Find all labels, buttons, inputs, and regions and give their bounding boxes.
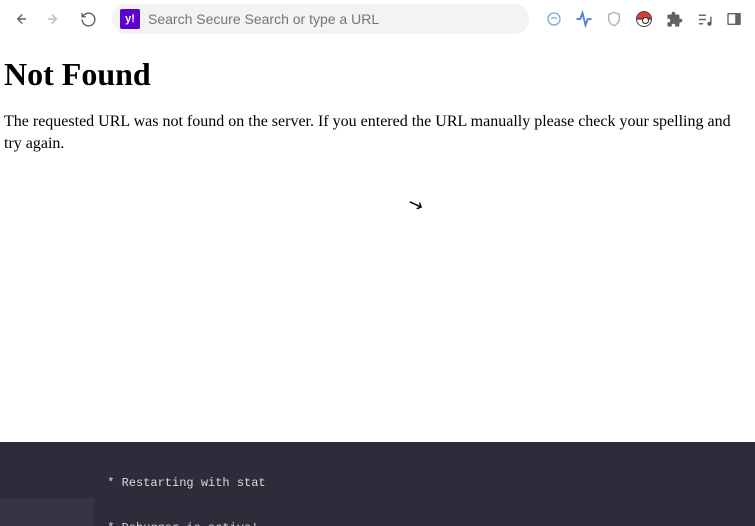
omnibox-input[interactable] [148, 11, 521, 27]
terminal-tab-area[interactable] [0, 498, 94, 526]
panel-icon [726, 11, 742, 27]
error-message: The requested URL was not found on the s… [4, 111, 751, 154]
pulse-icon [575, 10, 593, 28]
extension-icons [539, 10, 749, 28]
arrow-right-icon [45, 10, 63, 28]
side-panel-button[interactable] [725, 10, 743, 28]
music-note-icon [696, 11, 713, 28]
extension-circle-icon[interactable] [545, 10, 563, 28]
arrow-left-icon [11, 10, 29, 28]
media-control-button[interactable] [695, 10, 713, 28]
extensions-menu-button[interactable] [665, 10, 683, 28]
shield-icon [606, 11, 622, 27]
puzzle-icon [666, 11, 683, 28]
pokeball-icon [636, 11, 652, 27]
reload-icon [80, 11, 97, 28]
error-heading: Not Found [4, 56, 751, 93]
terminal-line: * Debugger is active! [0, 521, 755, 526]
circle-outline-icon [546, 11, 562, 27]
extension-pulse-icon[interactable] [575, 10, 593, 28]
browser-toolbar: y! [0, 0, 755, 38]
back-button[interactable] [6, 5, 34, 33]
address-bar[interactable]: y! [112, 4, 529, 34]
extension-pokeball-icon[interactable] [635, 10, 653, 28]
terminal-panel[interactable]: * Restarting with stat * Debugger is act… [0, 442, 755, 526]
forward-button[interactable] [40, 5, 68, 33]
terminal-line: * Restarting with stat [0, 476, 755, 491]
extension-shield-icon[interactable] [605, 10, 623, 28]
page-content: Not Found The requested URL was not foun… [0, 38, 755, 164]
mouse-cursor-icon: ↘ [405, 192, 426, 217]
search-provider-icon: y! [120, 9, 140, 29]
reload-button[interactable] [74, 5, 102, 33]
